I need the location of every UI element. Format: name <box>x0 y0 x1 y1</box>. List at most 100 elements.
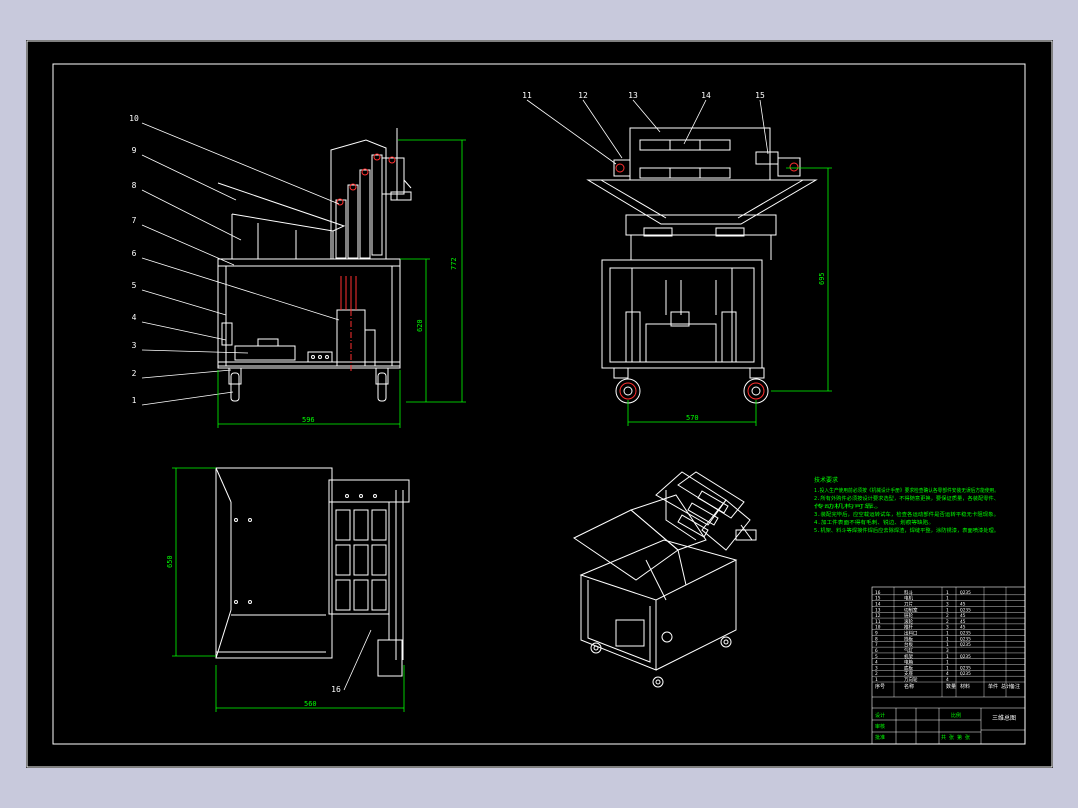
parts-row: 8 挡板 1 Q235 <box>872 635 1025 642</box>
parts-row: 4 电箱 1 <box>872 659 1025 666</box>
side-view <box>217 128 412 402</box>
drawing-sheet: 10 9 8 7 6 5 4 3 2 1 772 620 596 11 12 1… <box>26 40 1053 768</box>
parts-cell-name: 出料口 <box>904 630 918 637</box>
parts-list: 16 料斗 1 Q23515 电机 114 刀片 3 4513 切削室 1 Q23512 链轮 2 4511… <box>872 587 1025 697</box>
parts-cell-qty: 4 <box>946 677 949 683</box>
top-view-dimensions <box>172 467 405 712</box>
parts-cell-mat: Q235 <box>960 654 971 660</box>
side-view-dimensions <box>217 139 466 428</box>
inner-frame <box>52 63 1026 745</box>
parts-cell-name: 底板 <box>904 664 913 671</box>
parts-row: 14 刀片 3 45 <box>872 600 1025 607</box>
note-3: 传动机构可靠。 <box>814 503 884 510</box>
parts-cell-name: 挡板 <box>904 635 913 642</box>
front-view-dimensions <box>627 167 832 426</box>
parts-cell-qty: 1 <box>946 636 949 642</box>
parts-cell-mat: Q235 <box>960 665 971 671</box>
parts-cell-mat: Q235 <box>960 636 971 642</box>
note-4: 3.装配完毕后，应空载运转试车，检查各运动部件是否运转平稳无卡阻现象。 <box>814 511 999 518</box>
parts-cell-qty: 1 <box>946 596 949 602</box>
parts-cell-mat: 45 <box>960 619 966 625</box>
tb-header-weight: 单件 总计 <box>988 683 1011 690</box>
parts-row: 2 支座 4 Q235 <box>872 670 1025 677</box>
parts-row: 16 料斗 1 Q235 <box>872 589 1025 596</box>
technical-notes: 技术要求 1.投入生产使用前必须按《机械设计手册》要求检查确认各零部件安装无误后… <box>814 476 999 534</box>
cad-drawing: 10987654321 772 620 596 11 12 13 14 15 6… <box>26 40 1053 768</box>
front-callout-label: 15 <box>755 91 765 100</box>
side-view-labels: 10 9 8 7 6 5 4 3 2 1 <box>129 114 139 405</box>
top-callout-label: 16 <box>331 685 341 694</box>
parts-cell-no: 10 <box>875 625 881 631</box>
side-callout-label: 2 <box>132 369 137 378</box>
side-dim-height: 772 <box>450 257 458 270</box>
note-5: 4.加工件表面不得有毛刺、锐边、划痕等缺陷。 <box>814 519 934 526</box>
front-callout-label: 12 <box>578 91 588 100</box>
parts-cell-name: 链轮 <box>904 612 913 619</box>
side-dim-inner: 620 <box>416 319 424 332</box>
tb-check: 审核 <box>875 723 885 730</box>
parts-cell-name: 料斗 <box>904 589 913 596</box>
top-view-callouts <box>343 629 372 691</box>
parts-cell-qty: 4 <box>946 671 949 677</box>
parts-cell-name: 气缸 <box>904 647 913 654</box>
side-callout-label: 5 <box>132 281 137 290</box>
tb-scale: 比例 <box>951 712 961 719</box>
front-dim-height: 695 <box>818 272 826 285</box>
side-callout-label: 1 <box>132 396 137 405</box>
note-6: 5.机架、料斗等焊接件焊后应去除焊渣，焊缝平整，涂防锈漆，表面喷漆处理。 <box>814 527 999 534</box>
front-dim-width: 570 <box>686 414 699 422</box>
parts-row: 10 推杆 3 45 <box>872 624 1025 631</box>
parts-cell-qty: 3 <box>946 648 949 654</box>
top-view <box>215 467 410 677</box>
parts-cell-qty: 3 <box>946 601 949 607</box>
parts-cell-qty: 1 <box>946 665 949 671</box>
side-callout-label: 9 <box>132 146 137 155</box>
parts-cell-no: 5 <box>875 654 878 660</box>
side-dim-width: 596 <box>302 416 315 424</box>
side-view-callouts <box>141 122 340 406</box>
front-view <box>586 127 818 404</box>
side-callout-label: 3 <box>132 341 137 350</box>
note-1: 1.投入生产使用前必须按《机械设计手册》要求检查确认各零部件安装无误后方能使用。 <box>814 487 999 494</box>
top-dim-height: 650 <box>166 555 174 568</box>
parts-cell-no: 16 <box>875 590 881 596</box>
parts-cell-no: 8 <box>875 636 878 642</box>
tb-sheet: 共 张 第 张 <box>941 734 970 741</box>
parts-row: 6 气缸 3 <box>872 647 1025 654</box>
parts-cell-no: 9 <box>875 631 878 637</box>
parts-cell-name: 台板 <box>904 641 913 648</box>
parts-row: 3 底板 1 Q235 <box>872 664 1025 671</box>
parts-cell-mat: Q235 <box>960 642 971 648</box>
tb-header-name: 名称 <box>904 683 914 690</box>
parts-row: 15 电机 1 <box>872 595 1025 602</box>
parts-cell-name: 滚轮 <box>904 618 913 625</box>
parts-cell-mat: 45 <box>960 601 966 607</box>
parts-cell-name: 机架 <box>904 653 913 660</box>
parts-cell-no: 15 <box>875 596 881 602</box>
title-block-text: 序号 名称 数量 材料 单件 总计 备注 设计 审核 批准 比例 共 张 第 张… <box>875 683 1020 741</box>
front-view-labels: 11 12 13 14 15 <box>522 91 765 100</box>
parts-cell-name: 电机 <box>904 595 913 602</box>
side-callout-label: 4 <box>132 313 137 322</box>
parts-cell-no: 2 <box>875 671 878 677</box>
parts-row: 12 链轮 2 45 <box>872 612 1025 619</box>
parts-cell-mat: Q235 <box>960 607 971 613</box>
parts-row: 5 机架 1 Q235 <box>872 653 1025 660</box>
parts-cell-no: 7 <box>875 642 878 648</box>
parts-cell-qty: 2 <box>946 619 949 625</box>
parts-cell-no: 14 <box>875 601 881 607</box>
parts-cell-qty: 1 <box>946 654 949 660</box>
parts-cell-qty: 1 <box>946 660 949 666</box>
top-view-labels: 16 <box>331 685 341 694</box>
parts-cell-no: 3 <box>875 665 878 671</box>
side-callout-label: 10 <box>129 114 139 123</box>
parts-cell-qty: 1 <box>946 642 949 648</box>
parts-row: 13 切削室 1 Q235 <box>872 606 1025 613</box>
parts-cell-no: 6 <box>875 648 878 654</box>
parts-cell-qty: 2 <box>946 613 949 619</box>
parts-cell-mat: Q235 <box>960 631 971 637</box>
tb-header-qty: 数量 <box>946 683 956 690</box>
parts-cell-no: 13 <box>875 607 881 613</box>
tb-approve: 批准 <box>875 734 885 741</box>
parts-cell-no: 12 <box>875 613 881 619</box>
